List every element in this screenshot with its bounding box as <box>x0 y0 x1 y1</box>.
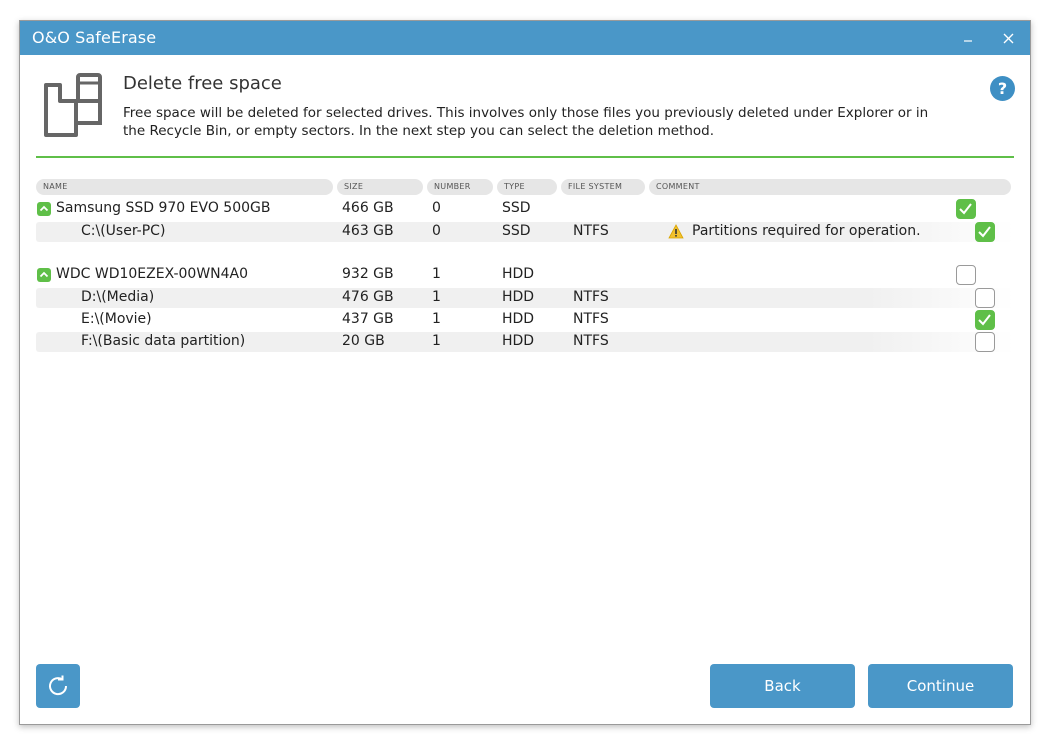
partition-file-system: NTFS <box>573 289 609 305</box>
close-icon <box>1003 33 1013 43</box>
column-header-comment[interactable]: COMMENT <box>649 179 1011 195</box>
partition-name: E:\(Movie) <box>81 311 152 327</box>
header-divider <box>36 156 1014 158</box>
partition-row[interactable]: C:\(User-PC) 463 GB 0 SSD NTFS Partition… <box>36 222 1014 242</box>
minimize-button[interactable] <box>948 21 988 55</box>
partition-type: HDD <box>502 333 535 349</box>
column-header-name[interactable]: NAME <box>36 179 333 195</box>
partition-size: 476 GB <box>342 289 394 305</box>
app-window: O&O SafeErase Delete free space Free spa… <box>19 20 1031 725</box>
partition-checkbox[interactable] <box>975 332 995 352</box>
partition-number: 1 <box>432 289 441 305</box>
partition-type: SSD <box>502 223 531 239</box>
column-header-type[interactable]: TYPE <box>497 179 557 195</box>
title-bar[interactable]: O&O SafeErase <box>20 21 1030 55</box>
partition-row[interactable]: D:\(Media) 476 GB 1 HDD NTFS <box>36 288 1014 308</box>
help-button[interactable]: ? <box>990 76 1015 101</box>
continue-button[interactable]: Continue <box>868 664 1013 708</box>
partition-name: D:\(Media) <box>81 289 155 305</box>
warning-icon <box>668 224 684 243</box>
partition-number: 1 <box>432 311 441 327</box>
partition-number: 1 <box>432 333 441 349</box>
partition-file-system: NTFS <box>573 223 609 239</box>
column-header-file-system[interactable]: FILE SYSTEM <box>561 179 645 195</box>
drive-number: 1 <box>432 266 441 282</box>
drive-checkbox[interactable] <box>956 265 976 285</box>
drive-name: Samsung SSD 970 EVO 500GB <box>56 200 271 216</box>
help-icon: ? <box>997 79 1008 98</box>
collapse-button[interactable] <box>37 202 51 216</box>
chevron-up-icon <box>39 271 49 278</box>
chevron-up-icon <box>39 205 49 212</box>
page-description: Free space will be deleted for selected … <box>123 105 929 139</box>
back-button[interactable]: Back <box>710 664 855 708</box>
drive-type: SSD <box>502 200 531 216</box>
drive-number: 0 <box>432 200 441 216</box>
column-header-number[interactable]: NUMBER <box>427 179 493 195</box>
refresh-button[interactable] <box>36 664 80 708</box>
partition-size: 437 GB <box>342 311 394 327</box>
close-button[interactable] <box>988 21 1028 55</box>
checkmark-icon <box>959 203 972 215</box>
partition-checkbox[interactable] <box>975 288 995 308</box>
minimize-icon <box>964 40 972 42</box>
drive-row[interactable]: WDC WD10EZEX-00WN4A0 932 GB 1 HDD <box>36 265 1014 285</box>
drive-files-icon <box>40 73 104 141</box>
partition-file-system: NTFS <box>573 333 609 349</box>
partition-checkbox[interactable] <box>975 222 995 242</box>
column-header-size[interactable]: SIZE <box>337 179 423 195</box>
drive-row[interactable]: Samsung SSD 970 EVO 500GB 466 GB 0 SSD <box>36 199 1014 219</box>
partition-row[interactable]: E:\(Movie) 437 GB 1 HDD NTFS <box>36 310 1014 330</box>
checkmark-icon <box>978 314 991 326</box>
drive-size: 466 GB <box>342 200 394 216</box>
partition-comment: Partitions required for operation. <box>692 223 921 239</box>
partition-type: HDD <box>502 311 535 327</box>
partition-name: C:\(User-PC) <box>81 223 166 239</box>
partition-row[interactable]: F:\(Basic data partition) 20 GB 1 HDD NT… <box>36 332 1014 352</box>
partition-name: F:\(Basic data partition) <box>81 333 246 349</box>
partition-file-system: NTFS <box>573 311 609 327</box>
partition-size: 463 GB <box>342 223 394 239</box>
checkmark-icon <box>978 226 991 238</box>
drive-size: 932 GB <box>342 266 394 282</box>
partition-type: HDD <box>502 289 535 305</box>
refresh-icon <box>49 675 68 696</box>
partition-checkbox[interactable] <box>975 310 995 330</box>
collapse-button[interactable] <box>37 268 51 282</box>
page-title: Delete free space <box>123 73 282 94</box>
window-title: O&O SafeErase <box>32 28 157 47</box>
drive-type: HDD <box>502 266 535 282</box>
drive-name: WDC WD10EZEX-00WN4A0 <box>56 266 249 282</box>
drive-checkbox[interactable] <box>956 199 976 219</box>
partition-size: 20 GB <box>342 333 385 349</box>
partition-number: 0 <box>432 223 441 239</box>
